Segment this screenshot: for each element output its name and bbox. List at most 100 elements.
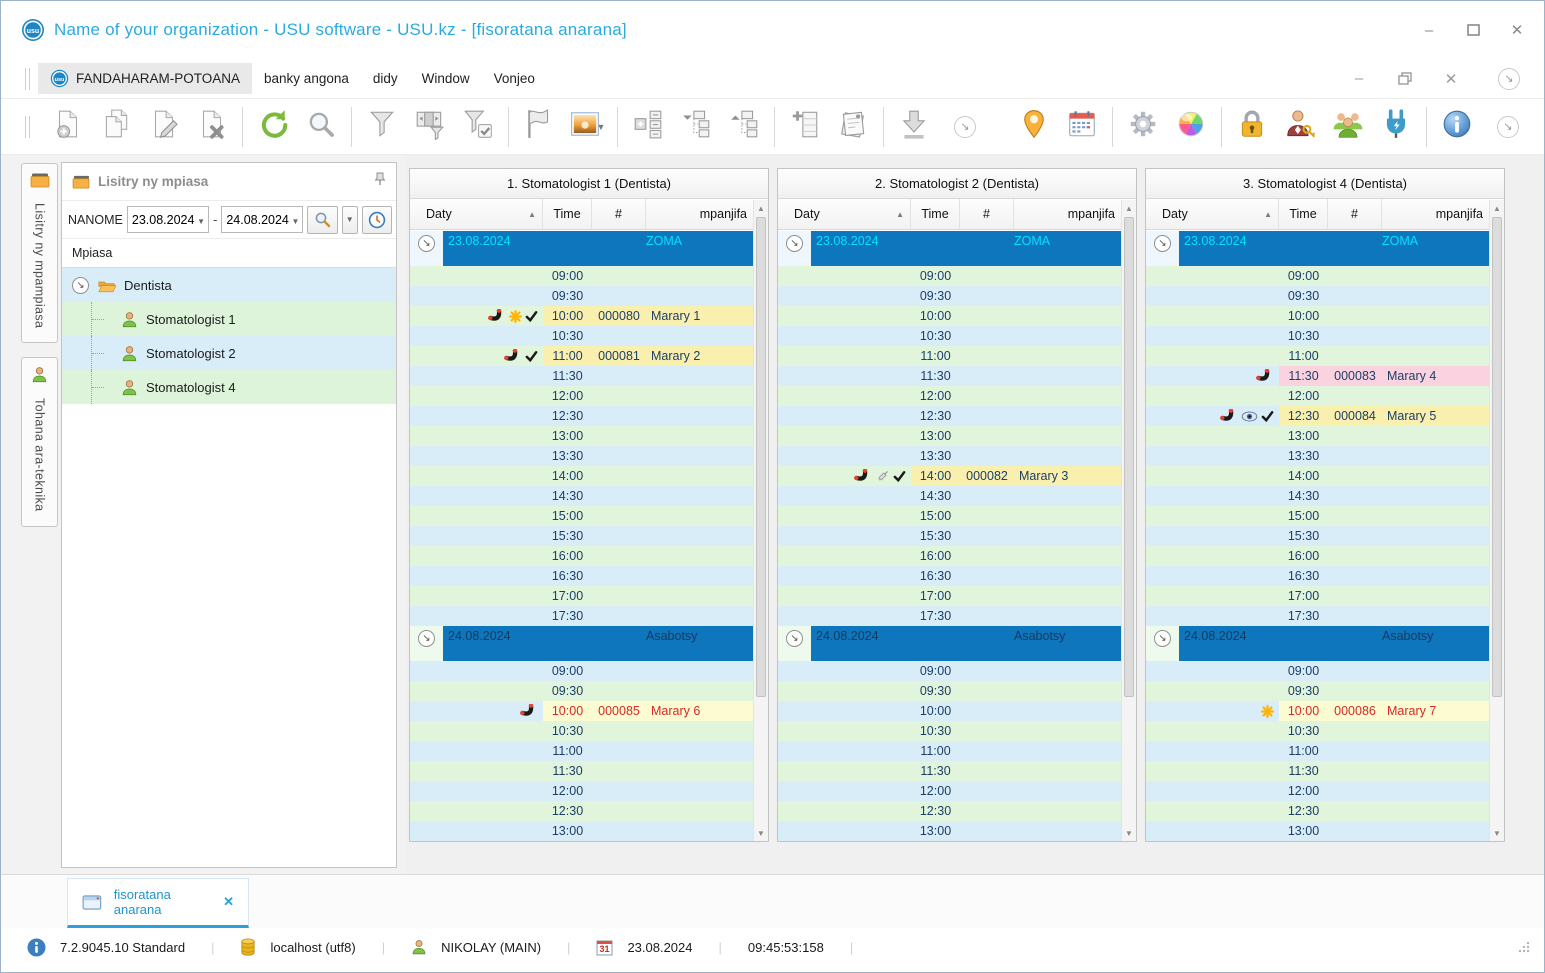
time-slot-row[interactable]: 09:00 xyxy=(410,661,753,681)
expand-all-button[interactable] xyxy=(676,107,716,147)
maximize-button[interactable] xyxy=(1464,21,1482,39)
date-header-row[interactable]: ↘23.08.2024ZOMA xyxy=(778,231,1121,266)
menu-item-banky-angona[interactable]: banky angona xyxy=(252,65,361,92)
time-slot-row[interactable]: 09:00 xyxy=(778,266,1121,286)
time-slot-row[interactable]: 11:00 xyxy=(778,741,1121,761)
time-slot-row[interactable]: 09:30 xyxy=(1146,681,1489,701)
time-slot-row[interactable]: 09:30 xyxy=(778,286,1121,306)
scroll-up-icon[interactable]: ▲ xyxy=(754,200,768,216)
location-button[interactable] xyxy=(1014,107,1054,147)
child-restore-button[interactable] xyxy=(1396,70,1414,88)
date-header-row[interactable]: ↘23.08.2024ZOMA xyxy=(410,231,753,266)
time-slot-row[interactable]: 15:30 xyxy=(410,526,753,546)
time-slot-row[interactable]: 11:30 xyxy=(1146,761,1489,781)
time-slot-row[interactable]: 12:30 xyxy=(410,406,753,426)
chevron-down-icon[interactable]: ▼ xyxy=(292,217,300,226)
time-slot-row[interactable]: 12:30 xyxy=(778,801,1121,821)
appointment-row[interactable]: 10:00000086Marary 7 xyxy=(1146,701,1489,721)
column-header-time[interactable]: Time xyxy=(1279,199,1328,229)
time-slot-row[interactable]: 11:30 xyxy=(778,366,1121,386)
current-time-button[interactable] xyxy=(362,206,392,234)
time-slot-row[interactable]: 09:00 xyxy=(1146,266,1489,286)
time-slot-row[interactable]: 09:30 xyxy=(410,286,753,306)
menu-item-window[interactable]: Window xyxy=(410,65,482,92)
time-slot-row[interactable]: 15:00 xyxy=(778,506,1121,526)
column-header-num[interactable]: # xyxy=(960,199,1014,229)
column-header-time[interactable]: Time xyxy=(543,199,592,229)
time-slot-row[interactable]: 13:00 xyxy=(1146,426,1489,446)
collapse-arrow-icon[interactable]: ↘ xyxy=(786,235,803,252)
search-button[interactable] xyxy=(307,206,337,234)
menu-item-fandaharam-potoana[interactable]: usuFANDAHARAM-POTOANA xyxy=(38,63,252,94)
column-header-mpanjifa[interactable]: mpanjifa xyxy=(646,199,753,229)
appointment-row[interactable]: 14:00000082Marary 3 xyxy=(778,466,1121,486)
scroll-thumb[interactable] xyxy=(1492,217,1502,697)
filter-range-button[interactable] xyxy=(410,107,450,147)
time-slot-row[interactable]: 11:30 xyxy=(410,366,753,386)
scroll-thumb[interactable] xyxy=(756,217,766,697)
time-slot-row[interactable]: 13:30 xyxy=(778,446,1121,466)
time-slot-row[interactable]: 12:00 xyxy=(1146,781,1489,801)
time-slot-row[interactable]: 11:30 xyxy=(410,761,753,781)
tree-item-stomatologist-1[interactable]: Stomatologist 1 xyxy=(62,302,396,336)
column-header-daty[interactable]: Daty▲ xyxy=(778,199,911,229)
edit-record-button[interactable] xyxy=(144,107,184,147)
minimize-button[interactable]: – xyxy=(1420,21,1438,39)
time-slot-row[interactable]: 11:30 xyxy=(778,761,1121,781)
time-slot-row[interactable]: 10:30 xyxy=(778,721,1121,741)
time-slot-row[interactable]: 09:30 xyxy=(410,681,753,701)
toolbar-drag-handle[interactable] xyxy=(25,116,30,138)
panel-title[interactable]: 3. Stomatologist 4 (Dentista) xyxy=(1146,169,1504,199)
collapse-arrow-icon[interactable]: ↘ xyxy=(1154,630,1171,647)
time-slot-row[interactable]: 13:00 xyxy=(410,426,753,446)
add-record-button[interactable] xyxy=(48,107,88,147)
reports-button[interactable] xyxy=(833,107,873,147)
panel-scrollbar[interactable]: ▲▼ xyxy=(1121,200,1136,841)
time-slot-row[interactable]: 12:00 xyxy=(778,781,1121,801)
time-slot-row[interactable]: 13:00 xyxy=(778,821,1121,841)
time-slot-row[interactable]: 11:00 xyxy=(1146,741,1489,761)
scroll-up-icon[interactable]: ▲ xyxy=(1122,200,1136,216)
scroll-down-icon[interactable]: ▼ xyxy=(1122,825,1136,841)
scroll-thumb[interactable] xyxy=(1124,217,1134,697)
time-slot-row[interactable]: 10:00 xyxy=(778,306,1121,326)
pin-icon[interactable] xyxy=(374,172,386,191)
search-button[interactable] xyxy=(301,107,341,147)
chevron-down-icon[interactable]: ▼ xyxy=(197,217,205,226)
date-from-input[interactable]: 23.08.2024▼ xyxy=(127,206,209,233)
info-button[interactable] xyxy=(1437,107,1477,147)
time-slot-row[interactable]: 09:30 xyxy=(778,681,1121,701)
time-slot-row[interactable]: 13:00 xyxy=(410,821,753,841)
tab-fisoratana-anarana[interactable]: fisoratana anarana ✕ xyxy=(67,878,249,928)
expand-node-button[interactable] xyxy=(628,107,668,147)
time-slot-row[interactable]: 17:30 xyxy=(778,606,1121,626)
time-slot-row[interactable]: 16:30 xyxy=(778,566,1121,586)
time-slot-row[interactable]: 15:00 xyxy=(1146,506,1489,526)
menu-item-vonjeo[interactable]: Vonjeo xyxy=(482,65,547,92)
add-row-button[interactable] xyxy=(785,107,825,147)
tree-item-stomatologist-2[interactable]: Stomatologist 2 xyxy=(62,336,396,370)
time-slot-row[interactable]: 16:30 xyxy=(410,566,753,586)
time-slot-row[interactable]: 16:00 xyxy=(1146,546,1489,566)
colors-button[interactable] xyxy=(1171,107,1211,147)
time-slot-row[interactable]: 10:00 xyxy=(1146,306,1489,326)
child-close-button[interactable]: ✕ xyxy=(1442,70,1460,88)
date-header-row[interactable]: ↘24.08.2024Asabotsy xyxy=(778,626,1121,661)
time-slot-row[interactable]: 17:00 xyxy=(778,586,1121,606)
menu-overflow-icon[interactable]: ↘ xyxy=(1498,68,1520,90)
time-slot-row[interactable]: 13:00 xyxy=(778,426,1121,446)
time-slot-row[interactable]: 15:00 xyxy=(410,506,753,526)
collapse-arrow-icon[interactable]: ↘ xyxy=(1154,235,1171,252)
collapse-arrow-icon[interactable]: ↘ xyxy=(786,630,803,647)
panel-title[interactable]: 1. Stomatologist 1 (Dentista) xyxy=(410,169,768,199)
appointment-row[interactable]: 10:00000080Marary 1 xyxy=(410,306,753,326)
panel-scrollbar[interactable]: ▲▼ xyxy=(753,200,768,841)
time-slot-row[interactable]: 16:00 xyxy=(778,546,1121,566)
scroll-down-icon[interactable]: ▼ xyxy=(1490,825,1504,841)
collapse-all-button[interactable] xyxy=(724,107,764,147)
flag-button[interactable] xyxy=(519,107,559,147)
time-slot-row[interactable]: 14:00 xyxy=(410,466,753,486)
tree-item-stomatologist-4[interactable]: Stomatologist 4 xyxy=(62,370,396,404)
column-header-time[interactable]: Time xyxy=(911,199,960,229)
date-to-input[interactable]: 24.08.2024▼ xyxy=(221,206,303,233)
